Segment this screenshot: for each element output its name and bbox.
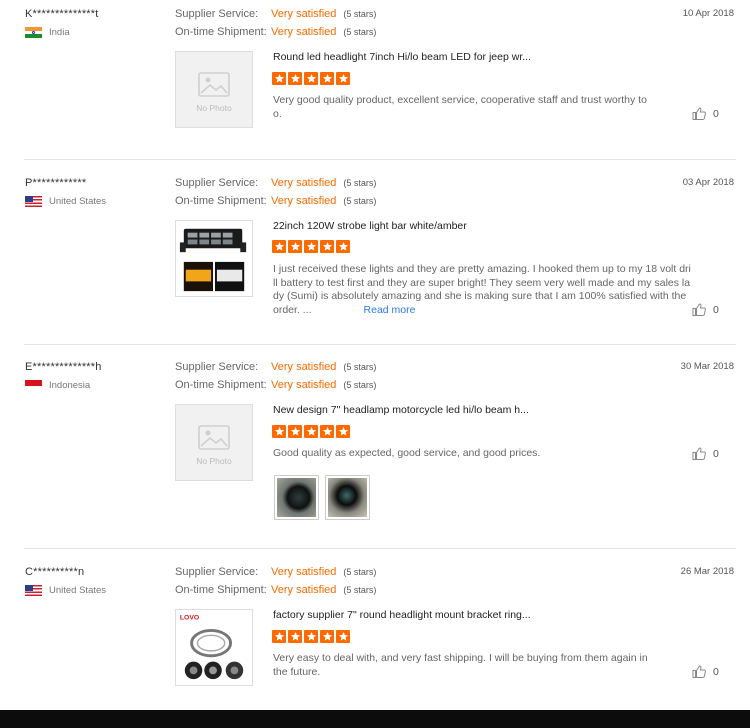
supplier-service-rating: Supplier Service: Very satisfied (5 stars) bbox=[175, 566, 377, 578]
headlamp-photo bbox=[277, 478, 316, 517]
review-comment: Very good quality product, excellent ser… bbox=[273, 94, 647, 120]
image-placeholder-icon bbox=[198, 72, 230, 97]
review-divider bbox=[24, 548, 736, 549]
star-icon bbox=[336, 240, 350, 253]
headlight-bracket-image: LOVO bbox=[180, 615, 244, 680]
buyer-country: United States bbox=[25, 196, 106, 207]
star-icon bbox=[272, 240, 286, 253]
star-icon bbox=[320, 240, 334, 253]
star-icon bbox=[336, 72, 350, 85]
svg-text:LOVO: LOVO bbox=[180, 615, 199, 622]
review-photo-thumbnail[interactable] bbox=[274, 475, 319, 520]
review-item: P************ United States Supplier Ser… bbox=[24, 177, 736, 337]
us-flag-icon bbox=[25, 196, 42, 207]
like-button[interactable]: 0 bbox=[692, 107, 719, 120]
buyer-name: E**************h bbox=[25, 361, 102, 373]
star-icon bbox=[272, 630, 286, 643]
review-comment: Good quality as expected, good service, … bbox=[273, 447, 541, 459]
supplier-service-rating: Supplier Service: Very satisfied (5 stars) bbox=[175, 177, 377, 189]
product-thumbnail[interactable]: No Photo bbox=[175, 51, 253, 128]
like-count: 0 bbox=[713, 447, 719, 460]
star-icon bbox=[320, 425, 334, 438]
country-name: Indonesia bbox=[49, 380, 91, 391]
star-icon bbox=[304, 72, 318, 85]
like-button[interactable]: 0 bbox=[692, 447, 719, 460]
star-icon bbox=[288, 630, 302, 643]
review-date: 03 Apr 2018 bbox=[682, 177, 734, 188]
star-icon bbox=[288, 72, 302, 85]
supplier-service-rating: Supplier Service: Very satisfied (5 stars) bbox=[175, 361, 377, 373]
thumbs-up-icon bbox=[692, 303, 706, 316]
buyer-name: K**************t bbox=[25, 8, 99, 20]
read-more-link[interactable]: Read more bbox=[364, 304, 416, 316]
ontime-shipment-rating: On-time Shipment: Very satisfied (5 stars) bbox=[175, 26, 377, 38]
review-list: K**************t India Supplier Service:… bbox=[0, 0, 750, 728]
star-rating bbox=[272, 630, 350, 643]
review-comment: Very easy to deal with, and very fast sh… bbox=[273, 652, 648, 678]
light-bar-image bbox=[179, 228, 247, 292]
review-divider bbox=[24, 159, 736, 160]
review-item: C**********n United States Supplier Serv… bbox=[24, 566, 736, 706]
like-count: 0 bbox=[713, 303, 719, 316]
thumbs-up-icon bbox=[692, 107, 706, 120]
star-icon bbox=[320, 630, 334, 643]
indonesia-flag-icon bbox=[25, 380, 42, 391]
like-count: 0 bbox=[713, 665, 719, 678]
ontime-shipment-rating: On-time Shipment: Very satisfied (5 stars) bbox=[175, 584, 377, 596]
star-rating bbox=[272, 425, 350, 438]
review-date: 30 Mar 2018 bbox=[680, 361, 734, 372]
bottom-edge-bar bbox=[0, 710, 750, 728]
thumbs-up-icon bbox=[692, 665, 706, 678]
buyer-country: Indonesia bbox=[25, 380, 90, 391]
review-date: 26 Mar 2018 bbox=[680, 566, 734, 577]
star-icon bbox=[272, 425, 286, 438]
review-date: 10 Apr 2018 bbox=[682, 8, 734, 19]
buyer-name: P************ bbox=[25, 177, 87, 189]
review-item: K**************t India Supplier Service:… bbox=[24, 8, 736, 153]
review-divider bbox=[24, 344, 736, 345]
buyer-name: C**********n bbox=[25, 566, 85, 578]
star-icon bbox=[304, 630, 318, 643]
product-thumbnail[interactable]: No Photo bbox=[175, 404, 253, 481]
buyer-country: India bbox=[25, 27, 70, 38]
ontime-shipment-rating: On-time Shipment: Very satisfied (5 stars) bbox=[175, 195, 377, 207]
star-icon bbox=[272, 72, 286, 85]
review-photo-thumbnail[interactable] bbox=[325, 475, 370, 520]
star-icon bbox=[336, 630, 350, 643]
like-button[interactable]: 0 bbox=[692, 665, 719, 678]
no-photo-label: No Photo bbox=[196, 103, 232, 113]
india-flag-icon bbox=[25, 27, 42, 38]
product-thumbnail[interactable]: LOVO bbox=[175, 609, 253, 686]
like-button[interactable]: 0 bbox=[692, 303, 719, 316]
supplier-service-rating: Supplier Service: Very satisfied (5 stars) bbox=[175, 8, 377, 20]
product-title-link[interactable]: 22inch 120W strobe light bar white/amber bbox=[273, 220, 467, 232]
star-icon bbox=[304, 425, 318, 438]
country-name: India bbox=[49, 27, 70, 38]
image-placeholder-icon bbox=[198, 425, 230, 450]
country-name: United States bbox=[49, 585, 107, 596]
star-rating bbox=[272, 72, 350, 85]
product-title-link[interactable]: New design 7" headlamp motorcycle led hi… bbox=[273, 404, 529, 416]
star-icon bbox=[288, 425, 302, 438]
ontime-shipment-rating: On-time Shipment: Very satisfied (5 stars) bbox=[175, 379, 377, 391]
headlamp-photo bbox=[328, 478, 367, 517]
star-icon bbox=[336, 425, 350, 438]
like-count: 0 bbox=[713, 107, 719, 120]
product-title-link[interactable]: factory supplier 7" round headlight moun… bbox=[273, 609, 531, 621]
star-icon bbox=[320, 72, 334, 85]
review-comment: I just received these lights and they ar… bbox=[273, 263, 691, 316]
us-flag-icon bbox=[25, 585, 42, 596]
review-item: E**************h Indonesia Supplier Serv… bbox=[24, 361, 736, 531]
country-name: United States bbox=[49, 196, 107, 207]
thumbs-up-icon bbox=[692, 447, 706, 460]
star-rating bbox=[272, 240, 350, 253]
no-photo-label: No Photo bbox=[196, 456, 232, 466]
product-title-link[interactable]: Round led headlight 7inch Hi/lo beam LED… bbox=[273, 51, 531, 63]
product-thumbnail[interactable] bbox=[175, 220, 253, 297]
star-icon bbox=[288, 240, 302, 253]
buyer-country: United States bbox=[25, 585, 106, 596]
star-icon bbox=[304, 240, 318, 253]
